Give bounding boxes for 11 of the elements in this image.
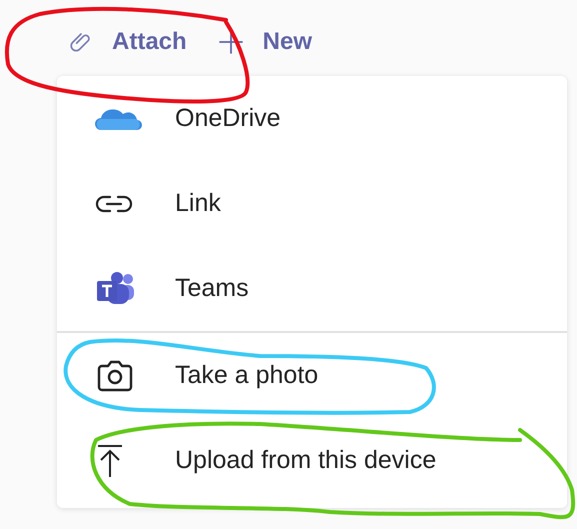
- attach-button[interactable]: Attach: [62, 26, 193, 58]
- upload-icon: [95, 444, 125, 478]
- team-logo-icon: [95, 272, 135, 306]
- camera-icon: [95, 358, 135, 392]
- menu-item[interactable]: Take a photo: [57, 333, 567, 418]
- menu-item[interactable]: Teams: [57, 246, 567, 331]
- link-icon: [95, 194, 133, 212]
- menu-item[interactable]: OneDrive: [57, 76, 567, 161]
- new-button[interactable]: New: [210, 26, 318, 58]
- menu-item[interactable]: Upload from this device: [57, 418, 567, 503]
- menu-item[interactable]: Link: [57, 161, 567, 246]
